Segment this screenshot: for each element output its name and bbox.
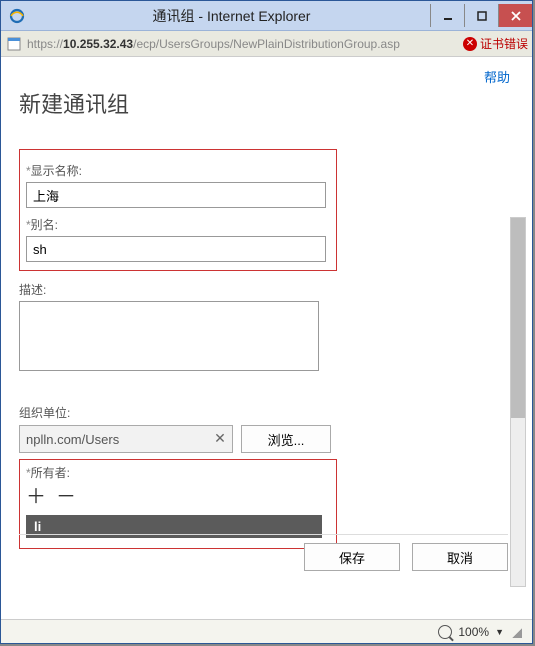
help-link[interactable]: 帮助	[484, 67, 510, 86]
zoom-dropdown[interactable]: ▼	[495, 627, 504, 637]
minimize-button[interactable]	[430, 4, 464, 27]
scroll-region: 显示名称: 别名: 描述: 组织单位: ✕ 浏览...	[19, 149, 514, 549]
zoom-level: 100%	[458, 625, 489, 639]
separator	[19, 534, 508, 535]
resize-grip[interactable]	[510, 626, 522, 638]
url-host: 10.255.32.43	[63, 37, 133, 51]
page-title: 新建通讯组	[19, 87, 514, 119]
ou-label: 组织单位:	[19, 404, 514, 421]
browse-button[interactable]: 浏览...	[241, 425, 331, 453]
window-title: 通讯组 - Internet Explorer	[33, 6, 430, 26]
remove-owner-button[interactable]: －	[56, 487, 76, 507]
maximize-button[interactable]	[464, 4, 498, 27]
cancel-button[interactable]: 取消	[412, 543, 508, 571]
dialog-buttons: 保存 取消	[304, 543, 508, 571]
description-label: 描述:	[19, 281, 514, 298]
owners-label: 所有者:	[26, 464, 330, 481]
shield-error-icon: ✕	[463, 37, 477, 51]
titlebar: 通讯组 - Internet Explorer	[1, 1, 532, 31]
address-bar: https://10.255.32.43/ecp/UsersGroups/New…	[1, 31, 532, 57]
close-button[interactable]	[498, 4, 532, 27]
scrollbar-thumb[interactable]	[511, 218, 525, 418]
ou-clear-icon[interactable]: ✕	[211, 429, 229, 447]
owners-toolbar: ＋ －	[26, 487, 330, 507]
required-fields-group: 显示名称: 别名:	[19, 149, 337, 271]
alias-input[interactable]	[26, 236, 326, 262]
vertical-scrollbar[interactable]	[510, 217, 526, 587]
ou-input[interactable]	[19, 425, 233, 453]
url-display[interactable]: https://10.255.32.43/ecp/UsersGroups/New…	[27, 37, 457, 51]
owners-group: 所有者: ＋ － li	[19, 459, 337, 549]
display-name-input[interactable]	[26, 182, 326, 208]
url-scheme: https://	[27, 37, 63, 51]
status-bar: 100% ▼	[1, 619, 532, 643]
url-path: /ecp/UsersGroups/NewPlainDistributionGro…	[133, 37, 400, 51]
add-owner-button[interactable]: ＋	[26, 487, 46, 507]
content-area: 帮助 新建通讯组 显示名称: 别名: 描述: 组织单位:	[1, 57, 532, 619]
certificate-error[interactable]: ✕ 证书错误	[463, 35, 528, 52]
description-input[interactable]	[19, 301, 319, 371]
save-button[interactable]: 保存	[304, 543, 400, 571]
cert-error-text: 证书错误	[480, 35, 528, 52]
display-name-label: 显示名称:	[26, 162, 330, 179]
ie-icon	[7, 6, 27, 26]
ou-row: ✕ 浏览...	[19, 425, 514, 453]
zoom-icon[interactable]	[438, 625, 452, 639]
window-frame: 通讯组 - Internet Explorer https://10.255.3…	[0, 0, 533, 644]
alias-label: 别名:	[26, 216, 330, 233]
page-icon	[5, 35, 23, 53]
window-buttons	[430, 4, 532, 27]
